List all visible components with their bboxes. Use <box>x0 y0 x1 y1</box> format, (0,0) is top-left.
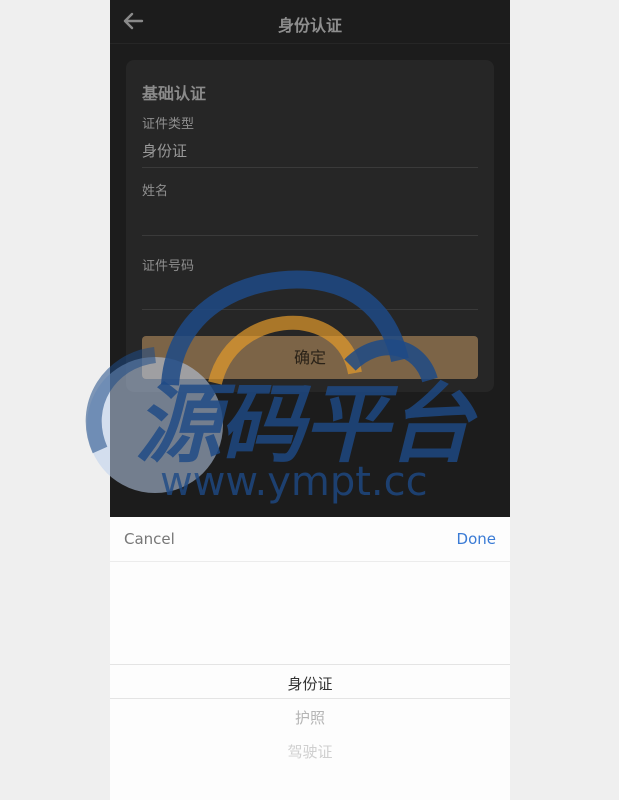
id-type-select[interactable]: 身份证 <box>142 140 187 161</box>
confirm-button[interactable]: 确定 <box>142 336 478 379</box>
name-input[interactable] <box>142 205 478 229</box>
done-button[interactable]: Done <box>457 530 496 548</box>
divider <box>142 235 478 236</box>
card-title: 基础认证 <box>142 84 207 103</box>
id-type-label: 证件类型 <box>142 117 195 132</box>
name-label: 姓名 <box>142 184 169 199</box>
picker-option[interactable]: 护照 <box>110 707 510 728</box>
watermark-text-url: www.ympt.cc <box>160 459 428 505</box>
picker-option[interactable]: 驾驶证 <box>110 741 510 762</box>
divider <box>142 309 478 310</box>
nav-bar: 身份认证 <box>110 0 510 44</box>
picker-sheet: Cancel Done 身份证 护照 驾驶证 <box>110 517 510 800</box>
picker-option-selected[interactable]: 身份证 <box>110 673 510 694</box>
id-number-input[interactable] <box>142 280 478 304</box>
id-number-label: 证件号码 <box>142 259 195 274</box>
picker-toolbar: Cancel Done <box>110 517 510 562</box>
cancel-button[interactable]: Cancel <box>124 530 175 548</box>
basic-auth-card: 基础认证 证件类型 身份证 姓名 证件号码 确定 <box>126 60 494 392</box>
divider <box>142 167 478 168</box>
watermark-text-cn: 源码平台 <box>135 375 473 475</box>
page-title: 身份认证 <box>277 16 342 35</box>
